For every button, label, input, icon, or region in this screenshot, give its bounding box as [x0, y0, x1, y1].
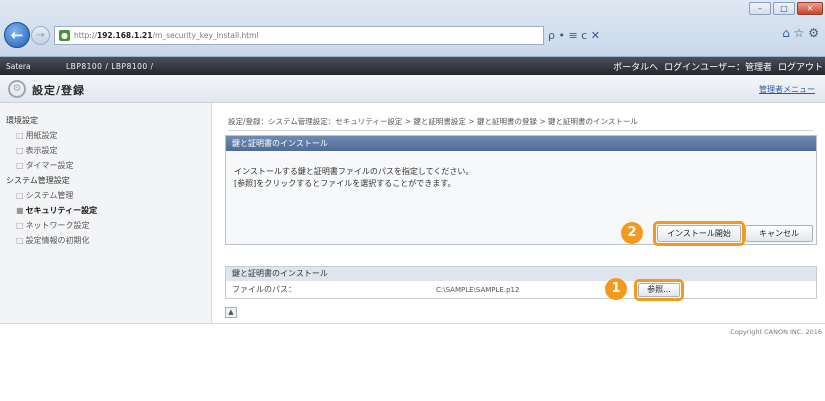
install-panel: 鍵と証明書のインストール インストールする鍵と証明書ファイルのパスを指定してくだ… [225, 135, 817, 246]
file-path-label: ファイルのパス： [232, 285, 296, 294]
cancel-button[interactable]: キャンセル [745, 225, 813, 242]
sidebar: 環境設定 □ 用紙設定 □ 表示設定 □ タイマー設定 システム管理設定 □ システム管… [0, 103, 212, 323]
admin-menu-link[interactable]: 管理者メニュー [759, 84, 815, 95]
site-favicon-icon: ● [59, 30, 70, 41]
browse-button-highlight [634, 279, 684, 301]
sidebar-group-system[interactable]: システム管理設定 [0, 173, 211, 188]
title-band: ⚙ 設定/登録 管理者メニュー [0, 75, 825, 103]
forward-arrow-icon[interactable]: → [31, 26, 50, 45]
file-path-row: ファイルのパス： C:\SAMPLE\SAMPLE.p12 [226, 281, 816, 298]
file-path-section: 鍵と証明書のインストール ファイルのパス： C:\SAMPLE\SAMPLE.p… [225, 266, 817, 301]
device-model: LBP8100 / LBP8100 / [66, 61, 154, 71]
sidebar-item-security[interactable]: ■ セキュリティー設定 [0, 203, 211, 218]
header-links: ポータルへ ログインユーザー：管理者 ログアウト [613, 57, 823, 75]
url-text: http://192.168.1.21/m_security_key_insta… [74, 31, 259, 40]
section-title: 鍵と証明書のインストール [226, 267, 816, 281]
device-header: Satera LBP8100 / LBP8100 / ポータルへ ログインユーザ… [0, 57, 825, 75]
settings-gear-icon: ⚙ [8, 80, 26, 98]
panel-instructions: インストールする鍵と証明書ファイルのパスを指定してください。 [参照]をクリック… [234, 166, 473, 190]
browser-toolbar-icons[interactable]: ⌂ ☆ ⚙ [782, 26, 819, 40]
step-1-marker: 1 [605, 278, 627, 300]
brand-logo: Satera [6, 61, 31, 71]
portal-link[interactable]: ポータルへ [613, 60, 658, 73]
sidebar-item-timer[interactable]: □ タイマー設定 [0, 158, 211, 173]
address-bar[interactable]: ● http://192.168.1.21/m_security_key_ins… [54, 26, 544, 45]
install-button-highlight [653, 221, 745, 246]
instruction-line-1: インストールする鍵と証明書ファイルのパスを指定してください。 [234, 167, 474, 176]
page-top-link[interactable]: ▲ [225, 307, 237, 318]
sidebar-item-system-management[interactable]: □ システム管理 [0, 188, 211, 203]
logout-link[interactable]: ログアウト [778, 60, 823, 73]
sidebar-group-preferences[interactable]: 環境設定 [0, 113, 211, 128]
back-arrow-icon[interactable]: ← [4, 22, 30, 48]
footer: Copyright CANON INC. 2016 [0, 323, 825, 336]
address-tools[interactable]: ρ • ≡ c ✕ [548, 26, 600, 45]
minimize-button[interactable]: – [749, 2, 771, 15]
step-2-marker: 2 [621, 222, 643, 244]
sidebar-item-paper[interactable]: □ 用紙設定 [0, 128, 211, 143]
browser-toolbar: – □ ✕ ← → ● http://192.168.1.21/m_securi… [0, 0, 825, 57]
window-controls: – □ ✕ [749, 2, 823, 15]
breadcrumb: 設定/登録：システム管理設定：セキュリティー設定 > 鍵と証明書設定 > 鍵と証… [228, 116, 813, 131]
sidebar-item-initialize[interactable]: □ 設定情報の初期化 [0, 233, 211, 248]
instruction-line-2: [参照]をクリックするとファイルを選択することができます。 [234, 179, 456, 188]
sidebar-item-display[interactable]: □ 表示設定 [0, 143, 211, 158]
close-button[interactable]: ✕ [797, 2, 823, 15]
copyright-text: Copyright CANON INC. 2016 [730, 328, 822, 336]
maximize-button[interactable]: □ [773, 2, 795, 15]
login-user: ログインユーザー：管理者 [664, 62, 772, 73]
sidebar-item-network[interactable]: □ ネットワーク設定 [0, 218, 211, 233]
page-title: 設定/登録 [32, 84, 86, 97]
panel-title: 鍵と証明書のインストール [226, 136, 816, 151]
